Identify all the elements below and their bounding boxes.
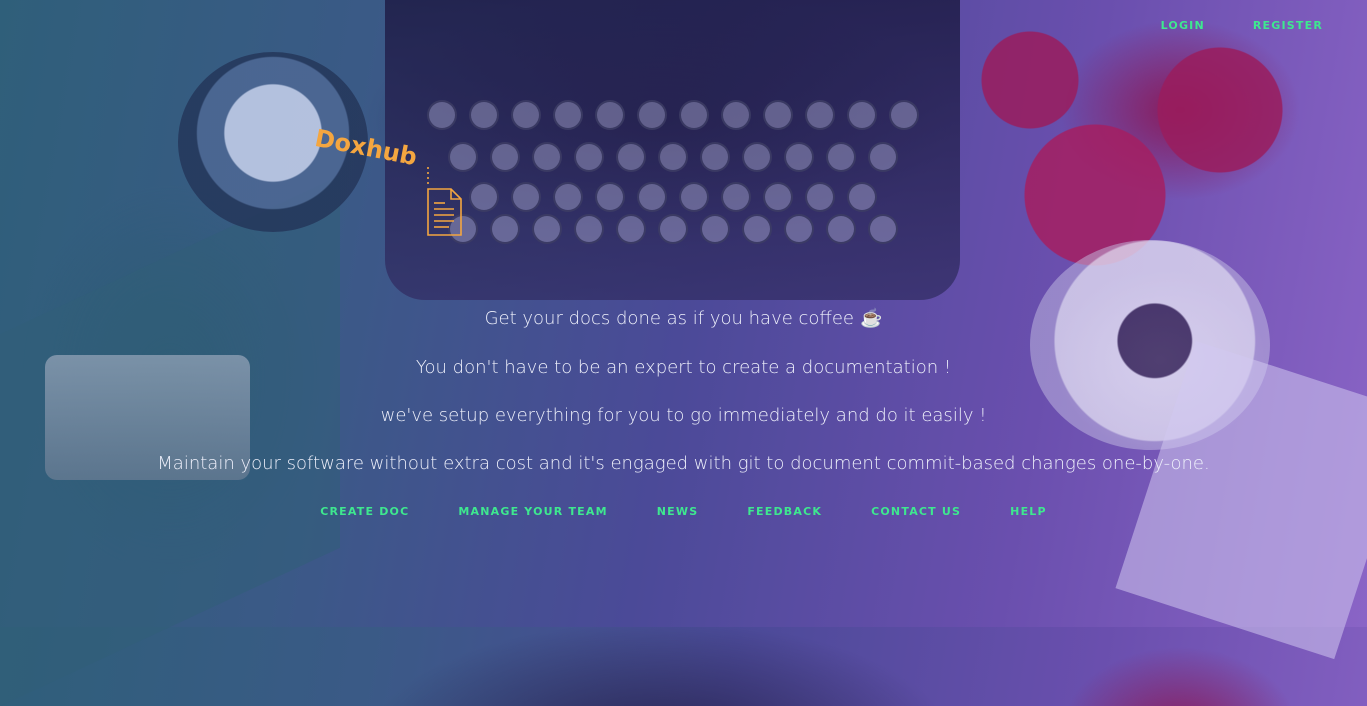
hero-line-1: Get your docs done as if you have coffee… [0, 308, 1367, 329]
document-icon [427, 167, 462, 236]
create-doc-link[interactable]: CREATE DOC [320, 505, 409, 518]
main-menu: CREATE DOC MANAGE YOUR TEAM NEWS FEEDBAC… [0, 505, 1367, 518]
hero-line-4: Maintain your software without extra cos… [157, 453, 1210, 474]
hero-line-2: You don't have to be an expert to create… [415, 357, 952, 378]
logo-text[interactable]: Doxhub [313, 124, 420, 171]
background-typewriter [385, 0, 960, 300]
login-link[interactable]: LOGIN [1161, 19, 1205, 32]
background-paper [1115, 340, 1367, 660]
register-link[interactable]: REGISTER [1253, 19, 1323, 32]
top-nav: LOGIN REGISTER [1161, 19, 1323, 32]
manage-team-link[interactable]: MANAGE YOUR TEAM [458, 505, 607, 518]
hero-line-1-text: Get your docs done as if you have coffee [484, 308, 854, 329]
coffee-icon: ☕ [859, 308, 883, 329]
background-roses [980, 20, 1300, 270]
feedback-link[interactable]: FEEDBACK [747, 505, 822, 518]
contact-us-link[interactable]: CONTACT US [871, 505, 961, 518]
news-link[interactable]: NEWS [657, 505, 699, 518]
help-link[interactable]: HELP [1010, 505, 1047, 518]
background-notebook [0, 175, 340, 706]
hero-line-3: we've setup everything for you to go imm… [380, 405, 987, 426]
